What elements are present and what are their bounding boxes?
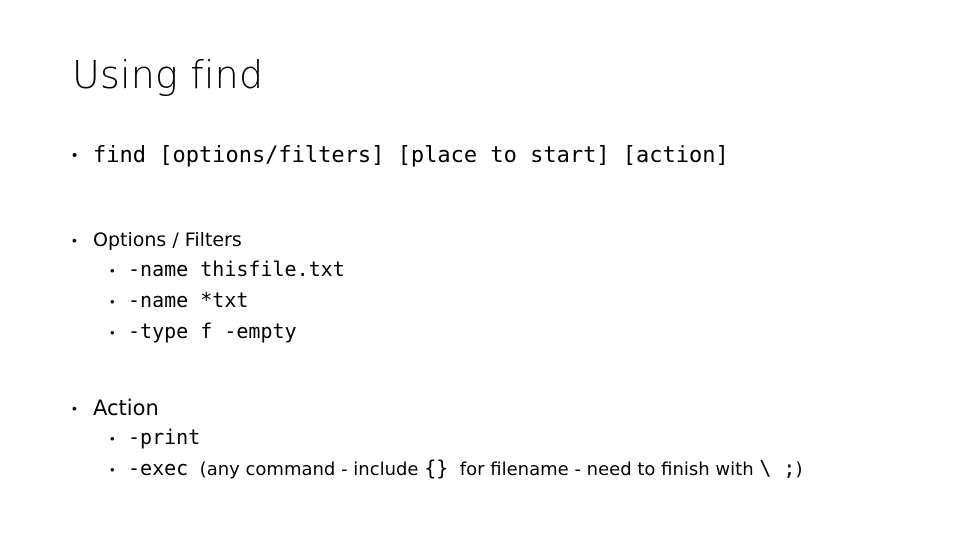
slide: Using find • find [options/filters] [pla… xyxy=(0,0,960,540)
bullet-icon: • xyxy=(72,232,77,248)
action-code: -exec xyxy=(128,456,189,480)
section-heading-label: Options / Filters xyxy=(93,229,242,251)
action-note-b: for filename - need to finish with xyxy=(459,459,754,480)
option-code: -name *txt xyxy=(128,288,249,312)
list-item: • -type f -empty xyxy=(72,316,902,347)
bullet-icon: • xyxy=(110,325,115,340)
page-title: Using find xyxy=(72,53,264,97)
action-code-end: \ ; xyxy=(759,456,796,480)
bullet-icon: • xyxy=(110,462,115,477)
action-note-c: ) xyxy=(795,459,803,480)
action-code-braces: {} xyxy=(424,456,449,480)
bullet-icon: • xyxy=(110,263,115,278)
action-note-a: (any command - include xyxy=(199,459,419,480)
bullet-icon: • xyxy=(72,147,78,164)
bullet-icon: • xyxy=(72,400,77,416)
section-heading-options: • Options / Filters xyxy=(72,226,902,254)
option-code: -type f -empty xyxy=(128,319,297,343)
section-heading-label: Action xyxy=(93,396,159,420)
list-item: • -name *txt xyxy=(72,285,902,316)
section-heading-action: • Action xyxy=(72,394,902,422)
bullet-icon: • xyxy=(110,431,115,446)
action-code: -print xyxy=(128,425,201,449)
option-code: -name thisfile.txt xyxy=(128,257,345,281)
list-item: • -print xyxy=(72,422,902,453)
find-syntax-text: find [options/filters] [place to start] … xyxy=(93,143,729,168)
list-item-syntax: • find [options/filters] [place to start… xyxy=(72,140,902,170)
list-item: • -name thisfile.txt xyxy=(72,254,902,285)
slide-body: • find [options/filters] [place to start… xyxy=(72,140,902,484)
bullet-icon: • xyxy=(110,294,115,309)
action-exec-line: -exec (any command - include {} for file… xyxy=(128,453,803,485)
list-item: • -exec (any command - include {} for fi… xyxy=(72,453,902,484)
